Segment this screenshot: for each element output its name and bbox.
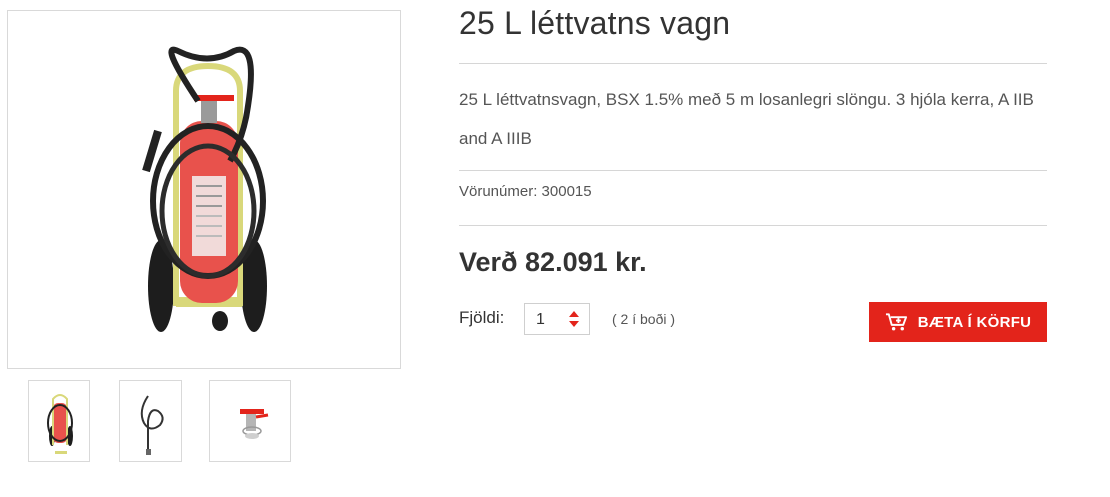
thumbnail-hose[interactable] — [119, 380, 182, 462]
product-price: Verð 82.091 kr. — [459, 247, 647, 277]
fire-extinguisher-trolley-image — [142, 46, 267, 332]
add-to-cart-button[interactable]: BÆTA Í KÖRFU — [869, 302, 1047, 342]
up-down-caret-icon[interactable] — [568, 310, 580, 328]
quantity-label: Fjöldi: — [459, 308, 505, 327]
thumbnail-trolley-image — [47, 394, 73, 454]
sku-value: 300015 — [541, 183, 592, 200]
quantity-input[interactable]: 1 — [524, 303, 590, 335]
product-title: 25 L léttvatns vagn — [459, 5, 731, 41]
thumbnail-hose-image — [140, 395, 164, 455]
product-sku: Vörunúmer: 300015 — [459, 183, 592, 200]
stock-availability: ( 2 í boði ) — [612, 311, 676, 327]
divider — [459, 170, 1047, 171]
thumbnail-valve[interactable] — [209, 380, 291, 462]
sku-label: Vörunúmer: — [459, 183, 538, 200]
quantity-value[interactable]: 1 — [536, 311, 545, 329]
shopping-cart-plus-icon — [885, 313, 907, 331]
thumbnail-valve-image — [240, 409, 269, 439]
divider — [459, 225, 1047, 226]
product-description: 25 L léttvatnsvagn, BSX 1.5% með 5 m los… — [459, 90, 1034, 148]
divider — [459, 63, 1047, 64]
add-to-cart-label: BÆTA Í KÖRFU — [917, 313, 1032, 331]
thumbnail-trolley[interactable] — [28, 380, 90, 462]
product-main-image[interactable] — [7, 10, 401, 369]
